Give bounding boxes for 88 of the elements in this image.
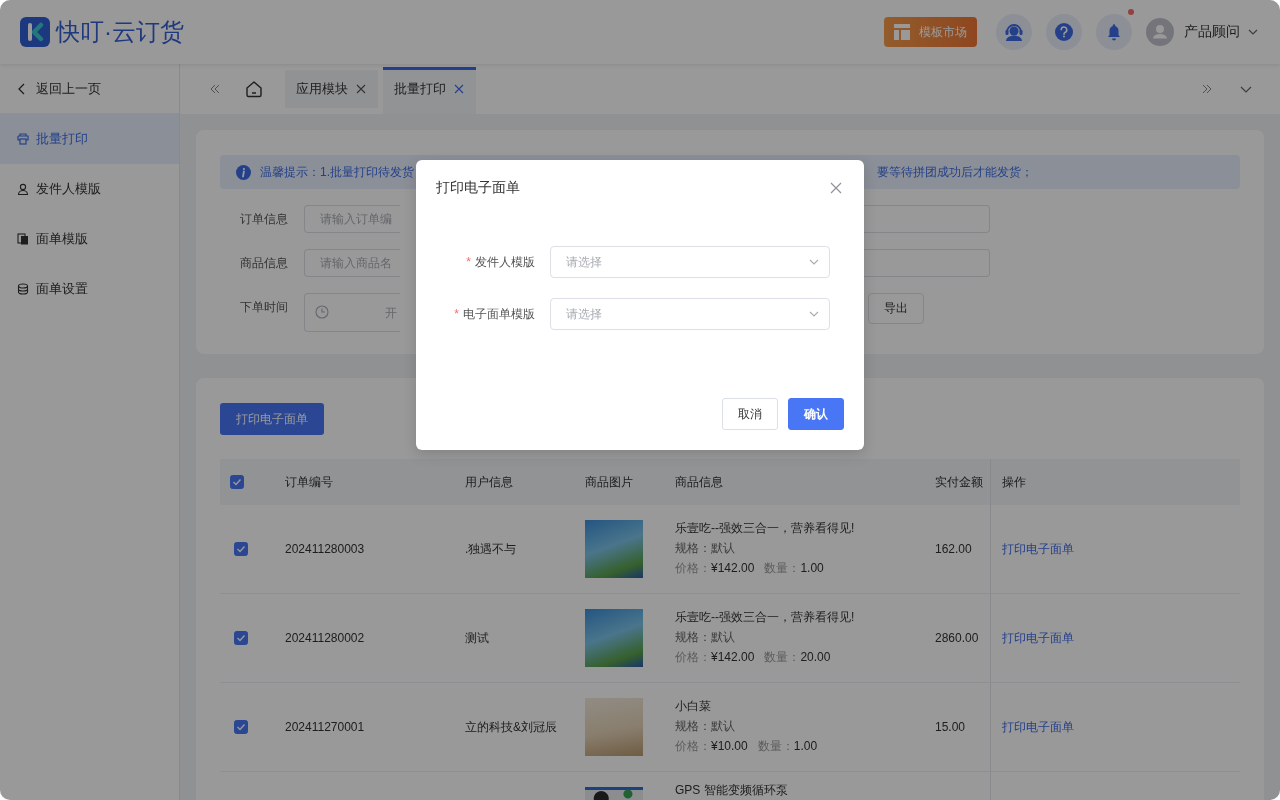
cancel-button[interactable]: 取消 — [722, 398, 778, 430]
avatar-icon[interactable] — [1146, 18, 1174, 46]
chevron-down-icon — [809, 311, 819, 317]
customer-name: 测试 — [465, 629, 489, 647]
field-label: 发件人模版 — [475, 253, 535, 271]
price-value: ¥10.00 — [711, 738, 748, 755]
documents-icon — [17, 233, 29, 245]
dialog-title: 打印电子面单 — [436, 179, 520, 197]
notice-text: 温馨提示：1.批量打印待发货 — [260, 163, 414, 181]
field-label: 电子面单模版 — [463, 305, 535, 323]
required-mark: * — [466, 255, 471, 269]
chevron-down-icon[interactable] — [1248, 29, 1258, 35]
column-header: 商品信息 — [675, 473, 723, 491]
product-name: 小白菜 — [675, 698, 712, 715]
quantity-value: 1.00 — [793, 738, 818, 755]
price-value: ¥142.00 — [711, 560, 755, 577]
paid-amount: 162.00 — [935, 542, 972, 556]
print-waybill-link[interactable]: 打印电子面单 — [1002, 629, 1074, 647]
column-header: 操作 — [1002, 473, 1026, 491]
print-waybill-link[interactable]: 打印电子面单 — [1002, 540, 1074, 558]
product-spec: 规格：默认 — [675, 629, 736, 646]
print-waybill-link[interactable]: 打印电子面单 — [1002, 718, 1074, 736]
checkbox[interactable] — [234, 720, 248, 734]
user-name[interactable]: 产品顾问 — [1184, 23, 1240, 41]
help-icon[interactable] — [1046, 14, 1082, 50]
customer-name: .独遇不与 — [465, 540, 517, 558]
product-spec: 规格：默认 — [675, 540, 736, 557]
close-icon[interactable] — [454, 84, 464, 94]
printer-icon — [17, 133, 29, 145]
home-icon[interactable] — [245, 80, 263, 98]
logo-icon — [20, 17, 50, 47]
column-header: 订单编号 — [285, 473, 333, 491]
order-number: 202411280003 — [285, 542, 365, 556]
input-field[interactable] — [864, 249, 990, 277]
print-waybill-button[interactable]: 打印电子面单 — [220, 403, 324, 435]
input-field[interactable] — [864, 205, 990, 233]
close-icon[interactable] — [356, 84, 366, 94]
column-header: 用户信息 — [465, 473, 513, 491]
chevron-left-icon — [18, 82, 25, 95]
close-icon[interactable] — [830, 182, 842, 194]
product-name: GPS 智能变频循环泵 — [675, 782, 788, 799]
price-value: ¥142.00 — [711, 649, 755, 666]
sidebar-item[interactable]: 发件人模版 — [0, 164, 179, 214]
tab[interactable]: 应用模块 — [285, 70, 378, 108]
double-chevron-right-icon[interactable] — [1202, 84, 1212, 94]
user-icon — [17, 183, 29, 195]
sidebar-item[interactable]: 批量打印 — [0, 114, 179, 164]
column-header: 实付金额 — [935, 473, 983, 491]
filter-label: 订单信息 — [239, 211, 289, 228]
photo-placeholder — [585, 698, 643, 756]
sidebar-item[interactable]: 面单模版 — [0, 214, 179, 264]
product-spec: 规格：默认 — [675, 718, 736, 735]
logo-text: 快叮·云订货 — [56, 17, 184, 47]
notice-text: 要等待拼团成功后才能发货； — [876, 163, 1034, 181]
chevron-down-icon[interactable] — [1240, 85, 1252, 93]
product-name: 乐壹吃--强效三合一，营养看得见! — [675, 520, 855, 537]
photo-placeholder — [585, 520, 643, 578]
paid-amount: 2860.00 — [935, 631, 979, 645]
order-number: 202411270001 — [285, 720, 365, 734]
checkbox[interactable] — [230, 475, 244, 489]
double-chevron-left-icon[interactable] — [210, 84, 220, 94]
customer-name: 立的科技&刘冠辰 — [465, 718, 557, 736]
filter-label: 下单时间 — [239, 299, 289, 316]
product-name: 乐壹吃--强效三合一，营养看得见! — [675, 609, 855, 626]
checkbox[interactable] — [234, 631, 248, 645]
tab[interactable]: 批量打印 — [383, 67, 476, 114]
paid-amount: 15.00 — [935, 720, 966, 734]
stack-icon — [17, 283, 29, 295]
quantity-value: 20.00 — [800, 649, 831, 666]
order-number: 202411280002 — [285, 631, 365, 645]
sidebar-item[interactable]: 面单设置 — [0, 264, 179, 314]
bell-icon[interactable] — [1096, 14, 1132, 50]
price-label: 价格： — [675, 738, 711, 755]
chevron-down-icon — [809, 259, 819, 265]
checkbox[interactable] — [234, 542, 248, 556]
quantity-value: 1.00 — [800, 560, 824, 577]
filter-label: 商品信息 — [239, 255, 289, 272]
price-label: 价格： — [675, 560, 711, 577]
confirm-button[interactable]: 确认 — [788, 398, 844, 430]
required-mark: * — [454, 307, 459, 321]
column-header: 商品图片 — [585, 473, 633, 491]
clock-icon — [315, 305, 329, 319]
layout-icon — [893, 23, 911, 41]
photo-placeholder — [585, 609, 643, 667]
info-icon — [236, 164, 251, 180]
export-button[interactable]: 导出 — [868, 293, 924, 324]
price-label: 价格： — [675, 649, 711, 666]
headset-icon[interactable] — [996, 14, 1032, 50]
